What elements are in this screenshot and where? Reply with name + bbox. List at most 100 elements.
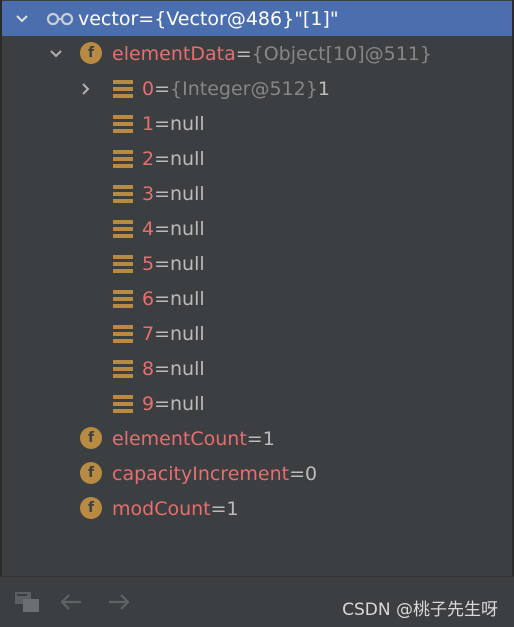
glasses-icon [46, 10, 74, 28]
tree-row-item-5[interactable]: 5 = null [2, 246, 512, 281]
array-element-icon [113, 150, 133, 168]
variable-name: capacityIncrement [112, 462, 290, 485]
equals-sign: = [154, 322, 171, 345]
item-label: 9 = null [142, 386, 205, 421]
tree-row-item-3[interactable]: 3 = null [2, 176, 512, 211]
equals-sign: = [154, 217, 171, 240]
item-index: 2 [142, 147, 155, 170]
value-text: 1 [262, 427, 275, 450]
value-text: null [170, 392, 205, 415]
tree-row-item-0[interactable]: 0 = {Integer@512} 1 [2, 71, 512, 106]
equals-sign: = [154, 252, 171, 275]
vector-label: vector = {Vector@486} "[1]" [78, 1, 339, 36]
item-index: 9 [142, 392, 155, 415]
tree-row-item-4[interactable]: 4 = null [2, 211, 512, 246]
array-element-icon [113, 220, 133, 238]
variables-panel: vector = {Vector@486} "[1]" f elementDat… [0, 0, 514, 626]
equals-sign: = [154, 182, 171, 205]
field-label: modCount = 1 [112, 491, 239, 526]
item-label: 8 = null [142, 351, 205, 386]
equals-sign: = [289, 462, 305, 485]
equals-sign: = [154, 77, 171, 100]
array-element-icon [113, 395, 133, 413]
item-label: 7 = null [142, 316, 205, 351]
array-element-icon [113, 80, 133, 98]
item-index: 3 [142, 182, 155, 205]
item-index: 0 [142, 77, 155, 100]
variable-name: modCount [112, 497, 211, 520]
array-element-icon [113, 115, 133, 133]
variable-name: elementCount [112, 427, 247, 450]
field-icon: f [80, 42, 102, 64]
elementData-label: elementData = {Object[10]@511} [112, 36, 432, 71]
value-text: null [170, 147, 205, 170]
tree-row-modCount[interactable]: f modCount = 1 [2, 491, 512, 526]
array-element-icon [113, 360, 133, 378]
type-label: {Integer@512} [170, 77, 318, 100]
equals-sign: = [154, 357, 171, 380]
tree-row-capacityIncrement[interactable]: f capacityIncrement = 0 [2, 456, 512, 491]
field-icon: f [80, 497, 102, 519]
value-text: null [170, 357, 205, 380]
chevron-down-icon[interactable] [46, 44, 66, 64]
value-text: 1 [317, 77, 330, 100]
equals-sign: = [154, 112, 171, 135]
tree-row-elementCount[interactable]: f elementCount = 1 [2, 421, 512, 456]
arrow-right-icon[interactable] [104, 587, 134, 617]
array-element-icon [113, 290, 133, 308]
value-text: null [170, 182, 205, 205]
item-index: 5 [142, 252, 155, 275]
tree-row-item-1[interactable]: 1 = null [2, 106, 512, 141]
item-index: 1 [142, 112, 155, 135]
item-label: 3 = null [142, 176, 205, 211]
item-label: 4 = null [142, 211, 205, 246]
equals-sign: = [154, 392, 171, 415]
frames-icon[interactable] [12, 587, 42, 617]
equals-sign: = [154, 147, 171, 170]
watermark: CSDN @桃子先生呀 [342, 600, 498, 620]
value-text: 1 [226, 497, 239, 520]
tree-row-item-6[interactable]: 6 = null [2, 281, 512, 316]
array-element-icon [113, 325, 133, 343]
value-text: null [170, 287, 205, 310]
value-text: 0 [305, 462, 318, 485]
array-element-icon [113, 255, 133, 273]
tree-row-item-2[interactable]: 2 = null [2, 141, 512, 176]
equals-sign: = [154, 287, 171, 310]
field-label: elementCount = 1 [112, 421, 275, 456]
equals-sign: = [246, 427, 263, 450]
type-label: {Vector@486} [154, 7, 295, 30]
array-element-icon [113, 185, 133, 203]
item-label: 5 = null [142, 246, 205, 281]
value-text: "[1]" [294, 7, 339, 30]
equals-sign: = [210, 497, 227, 520]
tree-row-elementData[interactable]: f elementData = {Object[10]@511} [2, 36, 512, 71]
value-text: null [170, 322, 205, 345]
tree-row-item-9[interactable]: 9 = null [2, 386, 512, 421]
tree-row-vector[interactable]: vector = {Vector@486} "[1]" [2, 1, 512, 36]
field-icon: f [80, 427, 102, 449]
field-icon: f [80, 462, 102, 484]
value-text: null [170, 252, 205, 275]
equals-sign: = [235, 42, 252, 65]
item-index: 4 [142, 217, 155, 240]
field-label: capacityIncrement = 0 [112, 456, 317, 491]
arrow-left-icon[interactable] [56, 587, 86, 617]
value-text: null [170, 112, 205, 135]
variable-name: elementData [112, 42, 236, 65]
chevron-down-icon[interactable] [12, 9, 32, 29]
item-index: 7 [142, 322, 155, 345]
item-label: 1 = null [142, 106, 205, 141]
item-label: 0 = {Integer@512} 1 [142, 71, 330, 106]
type-label: {Object[10]@511} [251, 42, 432, 65]
equals-sign: = [138, 7, 155, 30]
item-index: 6 [142, 287, 155, 310]
item-index: 8 [142, 357, 155, 380]
value-text: null [170, 217, 205, 240]
variable-name: vector [78, 7, 139, 30]
tree-row-item-7[interactable]: 7 = null [2, 316, 512, 351]
item-label: 2 = null [142, 141, 205, 176]
tree-row-item-8[interactable]: 8 = null [2, 351, 512, 386]
chevron-right-icon[interactable] [76, 79, 96, 99]
item-label: 6 = null [142, 281, 205, 316]
